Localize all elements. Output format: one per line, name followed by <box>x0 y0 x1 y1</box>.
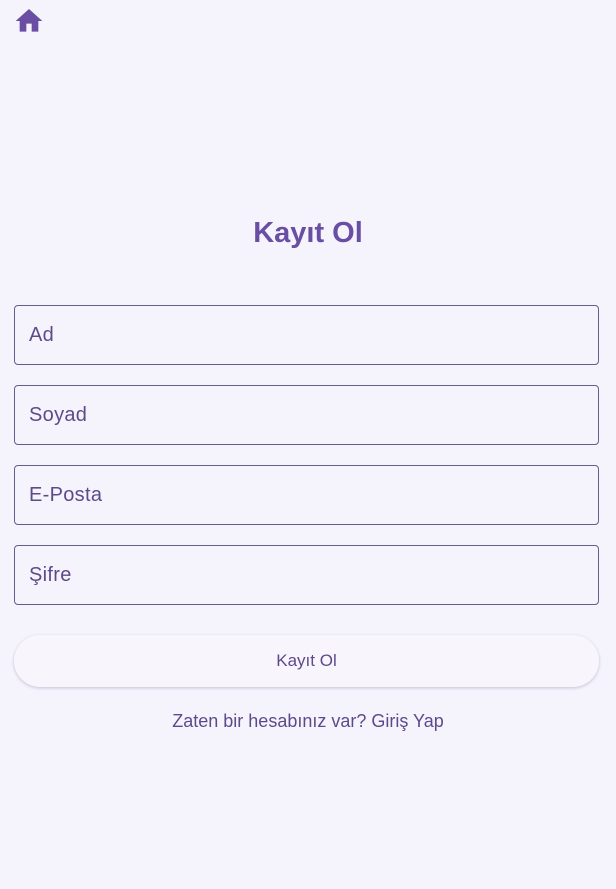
first-name-field[interactable] <box>14 305 599 365</box>
page-title: Kayıt Ol <box>253 217 363 249</box>
home-icon <box>13 5 45 37</box>
last-name-field[interactable] <box>14 385 599 445</box>
home-button[interactable] <box>12 6 46 36</box>
password-field[interactable] <box>14 545 599 605</box>
register-button[interactable]: Kayıt Ol <box>14 635 599 687</box>
email-field[interactable] <box>14 465 599 525</box>
login-link[interactable]: Zaten bir hesabınız var? Giriş Yap <box>0 709 616 733</box>
